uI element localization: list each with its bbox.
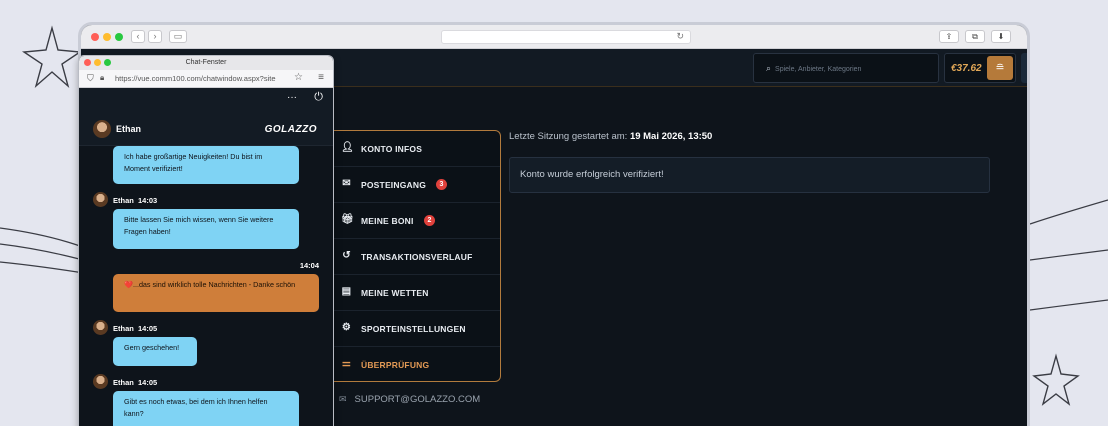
menu-item-meine-wetten[interactable]: ▤ MEINE WETTEN (331, 275, 500, 311)
bookmark-star-icon[interactable]: ☆ (294, 72, 303, 83)
support-email: SUPPORT@GOLAZZO.COM (354, 394, 481, 405)
minimize-window-button[interactable] (103, 33, 111, 41)
menu-item-label: TRANSAKTIONSVERLAUF (361, 252, 473, 262)
chat-address-bar[interactable]: ⛉ 🔒︎ https://vue.comm100.com/chatwindow.… (79, 70, 333, 88)
sidebar-toggle-button[interactable]: ▭ (169, 30, 187, 43)
mail-icon: ✉ (342, 178, 351, 189)
history-icon: ↺ (342, 250, 351, 261)
coins-icon[interactable]: ≘ (987, 56, 1013, 80)
message-text: Bitte lassen Sie mich wissen, wenn Sie w… (124, 215, 274, 236)
chat-header: ··· ⏻ Ethan GOLAZZO (79, 88, 333, 146)
menu-item-sporteinstellungen[interactable]: ⚙ SPORTEINSTELLUNGEN (331, 311, 500, 347)
more-options-icon[interactable]: ··· (287, 92, 297, 103)
message-text: ❤️...das sind wirklich tolle Nachrichten… (124, 280, 296, 289)
menu-item-meine-boni[interactable]: 🎁︎ MEINE BONI 2 (331, 203, 500, 239)
header-edge-button[interactable] (1021, 53, 1027, 83)
user-icon: 👤︎ (341, 142, 354, 153)
message-text: Gibt es noch etwas, bei dem ich Ihnen he… (124, 397, 268, 418)
session-value: 19 Mai 2026, 13:50 (629, 131, 713, 142)
verification-message: Konto wurde erfolgreich verifiziert! (520, 169, 664, 180)
message-time: 14:03 (138, 196, 158, 205)
avatar (93, 320, 108, 335)
menu-item-label: ÜBERPRÜFUNG (361, 360, 430, 370)
toggle-icon: ⚌ (341, 358, 352, 369)
avatar (93, 374, 108, 389)
message-time: 14:05 (138, 378, 158, 387)
menu-item-transaktionsverlauf[interactable]: ↺ TRANSAKTIONSVERLAUF (331, 239, 500, 275)
chat-message: Ich habe großartige Neuigkeiten! Du bist… (113, 146, 299, 184)
sender-name: Ethan (113, 378, 134, 387)
chat-titlebar: Chat-Fenster (79, 56, 333, 70)
verification-status: Konto wurde erfolgreich verifiziert! (509, 157, 990, 193)
brand-logo: GOLAZZO (264, 124, 317, 135)
account-menu: 👤︎ KONTO INFOS ✉ POSTEINGANG 3 🎁︎ MEINE BONI 2 ↺… (331, 130, 501, 382)
menu-icon[interactable]: ≡ (318, 72, 324, 83)
count-badge: 3 (436, 179, 447, 190)
star-icon (1032, 353, 1080, 406)
chat-maximize-button[interactable] (104, 59, 111, 66)
back-button[interactable]: ‹ (131, 30, 145, 43)
chat-message: Bitte lassen Sie mich wissen, wenn Sie w… (113, 209, 299, 249)
chat-window: Chat-Fenster ⛉ 🔒︎ https://vue.comm100.co… (78, 55, 334, 426)
chat-url[interactable]: https://vue.comm100.com/chatwindow.aspx?… (115, 74, 276, 83)
ticket-icon: ▤ (341, 286, 352, 297)
menu-item-label: SPORTEINSTELLUNGEN (361, 324, 466, 334)
support-link[interactable]: ✉ SUPPORT@GOLAZZO.COM (339, 394, 480, 405)
agent-name: Ethan (116, 124, 142, 134)
balance-widget[interactable]: €37.62 ≘ (944, 53, 1016, 83)
shield-icon: ⛉ (87, 73, 94, 83)
session-label: Letzte Sitzung gestartet am: (509, 131, 628, 142)
message-text: Gern geschehen! (124, 343, 180, 352)
menu-item-label: MEINE BONI (361, 216, 414, 226)
sender-name: Ethan (113, 324, 134, 333)
maximize-window-button[interactable] (115, 33, 123, 41)
message-meta: Ethan 14:05 (113, 324, 157, 333)
chat-minimize-button[interactable] (94, 59, 101, 66)
browser-toolbar: ‹ › ▭ ↻ ⇪ ⧉ ⬇ (81, 25, 1027, 49)
reload-icon[interactable]: ↻ (676, 31, 684, 42)
message-meta: Ethan 14:03 (113, 196, 157, 205)
chat-close-button[interactable] (84, 59, 91, 66)
address-bar[interactable]: ↻ (441, 30, 691, 44)
balance-amount: €37.62 (951, 63, 982, 74)
message-meta: Ethan 14:05 (113, 378, 157, 387)
last-session: Letzte Sitzung gestartet am: 19 Mai 2026… (509, 131, 712, 142)
menu-item-überprüfung[interactable]: ⚌ ÜBERPRÜFUNG (331, 347, 500, 383)
chat-message: Gern geschehen! (113, 337, 197, 366)
avatar (93, 120, 111, 138)
message-time: 14:05 (138, 324, 158, 333)
gear-icon: ⚙ (341, 322, 352, 333)
tabs-icon[interactable]: ⧉ (965, 30, 985, 43)
avatar (93, 192, 108, 207)
menu-item-label: MEINE WETTEN (361, 288, 429, 298)
gift-icon: 🎁︎ (341, 214, 354, 225)
share-icon[interactable]: ⇪ (939, 30, 959, 43)
chat-message: ❤️...das sind wirklich tolle Nachrichten… (113, 274, 319, 312)
power-icon[interactable]: ⏻ (314, 91, 323, 104)
menu-item-label: KONTO INFOS (361, 144, 423, 154)
download-icon[interactable]: ⬇ (991, 30, 1011, 43)
close-window-button[interactable] (91, 33, 99, 41)
count-badge: 2 (424, 215, 435, 226)
chat-window-title: Chat-Fenster (185, 59, 227, 66)
search-placeholder: Spiele, Anbieter, Kategorien (775, 66, 862, 73)
mail-icon: ✉ (339, 394, 347, 404)
message-text: Ich habe großartige Neuigkeiten! Du bist… (124, 152, 263, 173)
forward-button[interactable]: › (148, 30, 162, 43)
search-icon: ⌕ (766, 63, 772, 73)
message-time: 14:04 (299, 261, 319, 270)
search-input[interactable]: ⌕ Spiele, Anbieter, Kategorien (753, 53, 939, 83)
star-icon (21, 25, 83, 89)
menu-item-posteingang[interactable]: ✉ POSTEINGANG 3 (331, 167, 500, 203)
menu-item-konto-infos[interactable]: 👤︎ KONTO INFOS (331, 131, 500, 167)
sender-name: Ethan (113, 196, 134, 205)
menu-item-label: POSTEINGANG (361, 180, 427, 190)
lock-icon: 🔒︎ (100, 73, 105, 82)
chat-message: Gibt es noch etwas, bei dem ich Ihnen he… (113, 391, 299, 426)
